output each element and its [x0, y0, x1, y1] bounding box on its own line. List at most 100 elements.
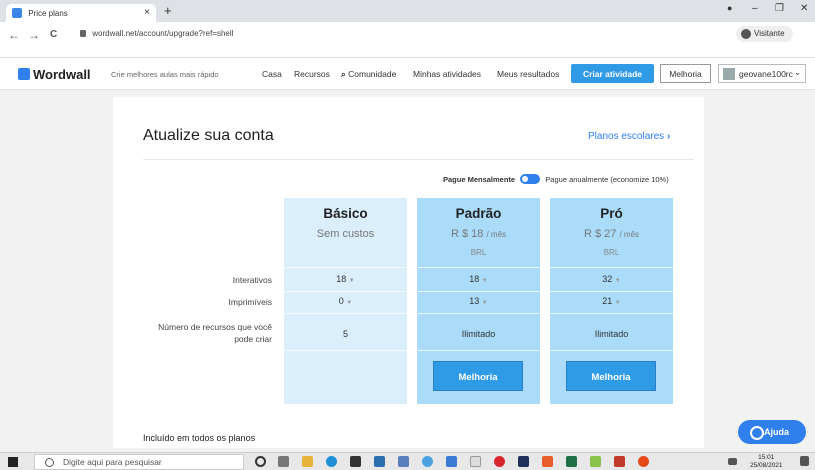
windows-start-icon[interactable]: [8, 457, 18, 467]
row-divider: [417, 313, 540, 314]
mail-icon[interactable]: [398, 456, 409, 467]
excel-icon[interactable]: [566, 456, 577, 467]
plan-name: Básico: [323, 206, 368, 221]
file-explorer-icon[interactable]: [302, 456, 313, 467]
row-divider: [284, 267, 407, 268]
wordwall-logo[interactable]: Wordwall: [18, 67, 91, 82]
app-icon[interactable]: [446, 456, 457, 467]
store-icon[interactable]: [350, 456, 361, 467]
plan-price-period: / mês: [619, 230, 640, 239]
interactives-count[interactable]: 18 ▼: [417, 274, 540, 284]
task-view-icon[interactable]: [278, 456, 289, 467]
row-divider: [417, 291, 540, 292]
billing-toggle-row: Pague Mensalmente Pague anualmente (econ…: [443, 174, 669, 184]
taskbar-search[interactable]: Digite aqui para pesquisar: [34, 454, 244, 470]
help-button[interactable]: Ajuda: [738, 420, 806, 444]
school-plans-link[interactable]: Planos escolares ›: [588, 131, 670, 142]
restore-button[interactable]: ❐: [775, 3, 784, 14]
create-activity-button[interactable]: Criar atividade: [571, 64, 654, 83]
annual-label: Pague anualmente (economize 10%): [545, 175, 669, 184]
plan-price: R $ 27 / mês: [550, 228, 673, 240]
chrome-icon[interactable]: [638, 456, 649, 467]
caret-down-icon: ▼: [481, 300, 488, 306]
app-icon[interactable]: [542, 456, 553, 467]
new-tab-icon[interactable]: +: [164, 3, 172, 18]
nav-home[interactable]: Casa: [262, 69, 282, 79]
network-icon[interactable]: [728, 458, 737, 465]
forward-button[interactable]: →: [28, 28, 40, 42]
app-icon[interactable]: [374, 456, 385, 467]
resources-count: Ilimitado: [594, 329, 629, 339]
user-menu[interactable]: geovane100rc ⌄: [718, 64, 806, 83]
notifications-icon[interactable]: [800, 456, 809, 466]
nav-community-label: Comunidade: [348, 69, 397, 79]
school-plans-label: Planos escolares: [588, 131, 665, 142]
url-field[interactable]: wordwall.net/account/upgrade?ref=shell: [80, 26, 680, 42]
ie-icon[interactable]: [422, 456, 433, 467]
interactives-value: 18: [469, 274, 480, 284]
upgrade-card: Atualize sua conta Planos escolares › Pa…: [113, 97, 704, 448]
monthly-label: Pague Mensalmente: [443, 175, 516, 184]
edge-icon[interactable]: [326, 456, 337, 467]
lock-icon: [80, 30, 86, 37]
nav-my-activities[interactable]: Minhas atividades: [413, 69, 481, 79]
opera-icon[interactable]: [494, 456, 505, 467]
address-bar-row: ← → C wordwall.net/account/upgrade?ref=s…: [0, 22, 815, 58]
tab-title: Price plans: [28, 9, 68, 18]
row-label-printables: Imprimíveis: [228, 297, 272, 307]
printables-count[interactable]: 13 ▼: [417, 296, 540, 306]
included-heading: Incluído em todos os planos: [143, 433, 256, 443]
app-icon[interactable]: [590, 456, 601, 467]
plan-price: R $ 18 / mês: [417, 228, 540, 240]
plan-price: Sem custos: [316, 228, 375, 240]
nav-community[interactable]: ⌕ Comunidade: [341, 69, 396, 80]
profile-button[interactable]: Visitante: [736, 26, 793, 42]
document-icon[interactable]: [470, 456, 481, 467]
plan-name: Pró: [600, 206, 623, 221]
row-divider: [284, 313, 407, 314]
caret-down-icon: ▼: [614, 278, 621, 284]
interactives-count[interactable]: 18 ▼: [284, 274, 407, 284]
printables-value: 0: [338, 296, 344, 306]
url-text: wordwall.net/account/upgrade?ref=shell: [92, 29, 234, 38]
row-divider: [417, 267, 540, 268]
minimize-button[interactable]: –: [752, 3, 758, 14]
chevron-down-icon: ⌄: [794, 68, 801, 77]
upgrade-pro-button[interactable]: Melhoria: [566, 361, 656, 391]
plan-currency: BRL: [470, 248, 487, 257]
printables-count[interactable]: 21 ▼: [550, 296, 673, 306]
caret-down-icon: ▼: [348, 278, 355, 284]
upgrade-header-button[interactable]: Melhoria: [660, 64, 711, 83]
tab-close-icon[interactable]: ×: [144, 7, 150, 18]
clock-time: 15:01: [758, 454, 775, 461]
row-divider: [550, 267, 673, 268]
row-divider: [550, 350, 673, 351]
taskbar: Digite aqui para pesquisar 15:01 25/08/2…: [0, 452, 815, 470]
row-divider: [550, 291, 673, 292]
divider: [143, 159, 694, 160]
printables-count[interactable]: 0 ▼: [284, 296, 407, 306]
caret-down-icon: ▼: [481, 278, 488, 284]
clock-date: 25/08/2021: [750, 462, 783, 469]
billing-toggle[interactable]: [520, 174, 541, 184]
upgrade-standard-button[interactable]: Melhoria: [433, 361, 523, 391]
browser-tab[interactable]: Price plans ×: [6, 4, 156, 22]
taskbar-clock[interactable]: 15:01 25/08/2021: [750, 454, 783, 470]
nav-my-results[interactable]: Meus resultados: [497, 69, 559, 79]
cortana-icon[interactable]: [255, 456, 266, 467]
row-label-interactives: Interativos: [232, 275, 272, 285]
reload-button[interactable]: C: [50, 29, 57, 40]
photoshop-icon[interactable]: [518, 456, 529, 467]
back-button[interactable]: ←: [8, 28, 20, 42]
resources-count: 5: [342, 329, 348, 339]
printables-value: 13: [469, 296, 480, 306]
browser-extension-icon[interactable]: ●: [727, 3, 732, 13]
nav-resources[interactable]: Recursos: [294, 69, 330, 79]
interactives-count[interactable]: 32 ▼: [550, 274, 673, 284]
close-window-button[interactable]: ✕: [800, 3, 808, 14]
profile-label: Visitante: [754, 29, 785, 38]
gmail-icon[interactable]: [614, 456, 625, 467]
printables-value: 21: [602, 296, 613, 306]
interactives-value: 32: [602, 274, 613, 284]
resources-count: Ilimitado: [461, 329, 496, 339]
